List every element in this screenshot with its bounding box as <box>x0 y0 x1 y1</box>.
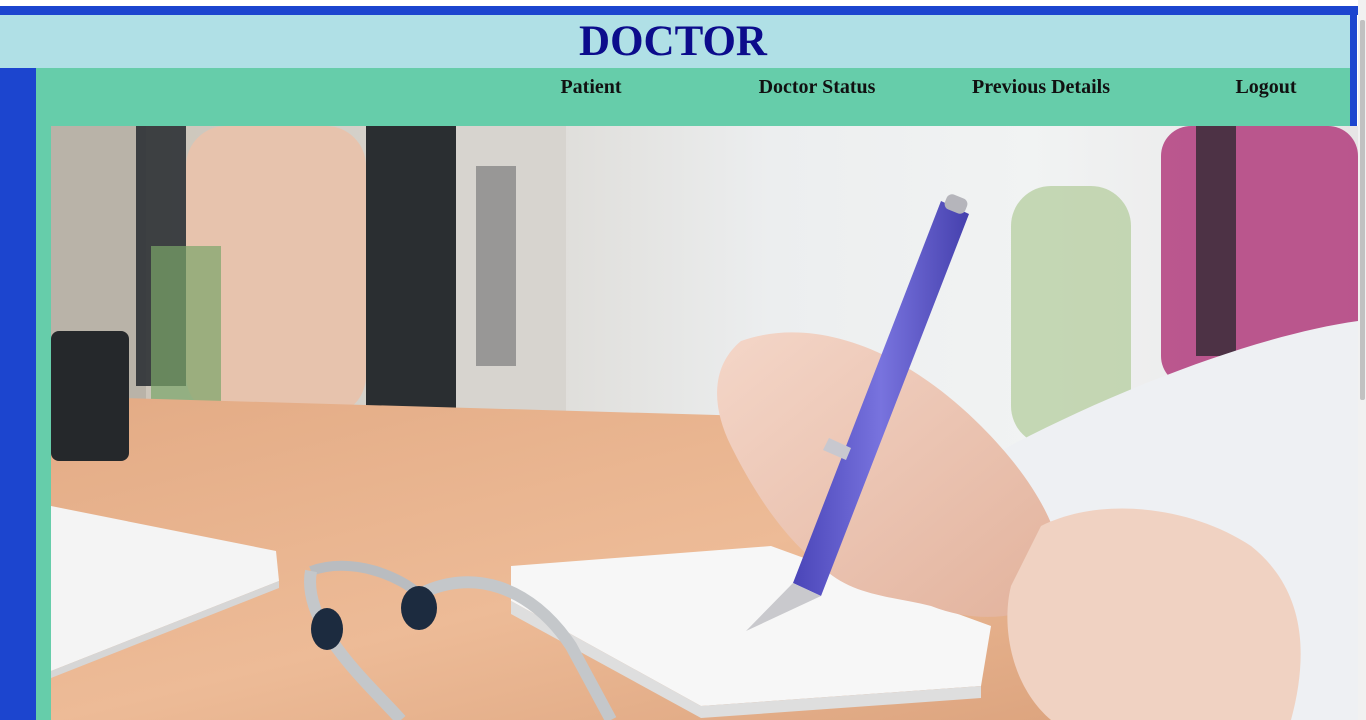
navbar: Patient Doctor Status Previous Details L… <box>36 68 1350 126</box>
frame-top-border <box>0 6 1358 15</box>
scrollbar-thumb[interactable] <box>1360 20 1365 400</box>
frame-right-border <box>1350 15 1357 128</box>
nav-item-doctor-status[interactable]: Doctor Status <box>759 76 876 99</box>
page-title: DOCTOR <box>579 18 767 65</box>
nav-item-patient[interactable]: Patient <box>560 76 621 99</box>
content-left-strip <box>36 126 51 720</box>
hero-image <box>51 126 1358 720</box>
hero-illustration <box>51 126 1358 720</box>
page-header: DOCTOR <box>0 15 1350 68</box>
frame-left-border <box>0 68 36 720</box>
nav-item-logout[interactable]: Logout <box>1235 76 1296 99</box>
nav-item-previous-details[interactable]: Previous Details <box>972 76 1110 99</box>
